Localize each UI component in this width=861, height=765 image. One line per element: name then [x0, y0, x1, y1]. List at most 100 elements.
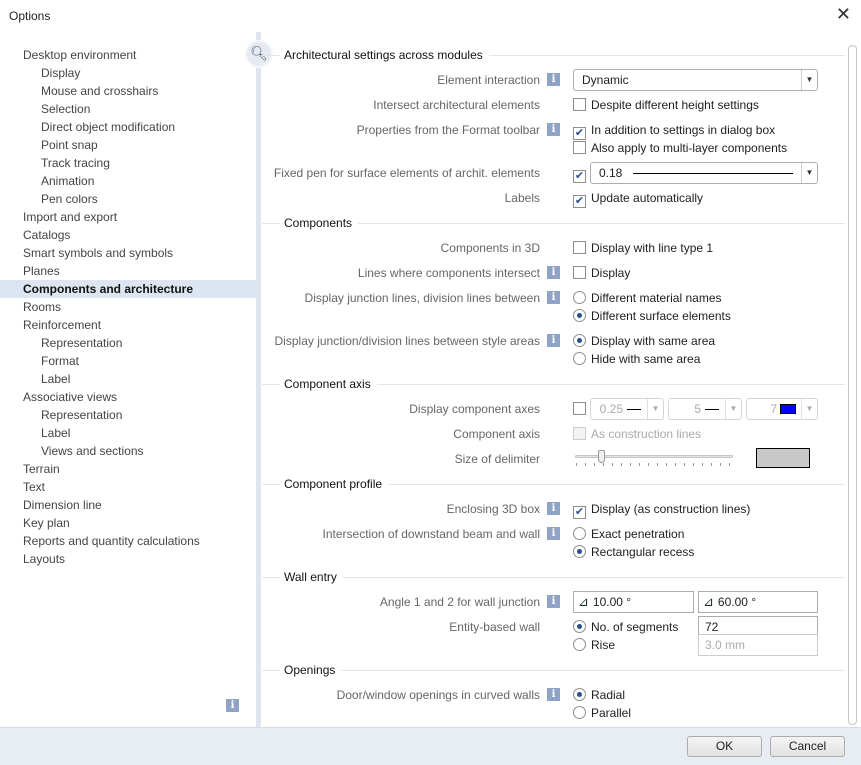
info-icon[interactable]: i	[547, 334, 560, 347]
radio-option[interactable]: Rectangular recess	[573, 543, 694, 561]
cancel-button[interactable]: Cancel	[770, 736, 845, 757]
delimiter-preview	[756, 448, 810, 468]
info-icon[interactable]: i	[547, 291, 560, 304]
radio-button[interactable]	[573, 688, 586, 701]
nav-item[interactable]: Mouse and crosshairs	[0, 82, 257, 100]
checkbox[interactable]: ✔	[573, 506, 586, 519]
nav-info-icon[interactable]: i	[226, 699, 239, 712]
checkbox[interactable]	[573, 266, 586, 279]
nav-item[interactable]: Components and architecture	[0, 280, 257, 298]
ok-button[interactable]: OK	[687, 736, 762, 757]
angle-input-1[interactable]: ⊿ 10.00 °	[573, 591, 694, 613]
nav-item[interactable]: Terrain	[0, 460, 257, 478]
nav-item[interactable]: Pen colors	[0, 190, 257, 208]
value-input: 3.0 mm	[698, 634, 818, 656]
nav-item[interactable]: Layouts	[0, 550, 257, 568]
checkbox[interactable]	[573, 402, 586, 415]
radio-button[interactable]	[573, 334, 586, 347]
radio-option[interactable]: Exact penetration	[573, 525, 684, 543]
slider-thumb[interactable]	[597, 450, 605, 463]
nav-item[interactable]: Format	[0, 352, 257, 370]
window-title: Options	[9, 9, 51, 23]
nav-item[interactable]: Rooms	[0, 298, 257, 316]
nav-item[interactable]: Associative views	[0, 388, 257, 406]
info-icon[interactable]: i	[547, 595, 560, 608]
radio-button[interactable]	[573, 309, 586, 322]
radio-option[interactable]: Parallel	[573, 704, 631, 722]
radio-option[interactable]: No. of segments	[573, 618, 678, 636]
slider-ticks	[576, 463, 732, 466]
nav-item[interactable]: Track tracing	[0, 154, 257, 172]
option-label: Hide with same area	[591, 352, 701, 366]
info-icon[interactable]: i	[547, 123, 560, 136]
nav-item[interactable]: Representation	[0, 334, 257, 352]
vertical-scrollbar[interactable]	[845, 45, 861, 725]
radio-option[interactable]: Different material names	[573, 289, 722, 307]
nav-item[interactable]: Smart symbols and symbols	[0, 244, 257, 262]
radio-option[interactable]: Hide with same area	[573, 350, 700, 368]
nav-item[interactable]: Selection	[0, 100, 257, 118]
checkbox-option[interactable]: ✔ Display (as construction lines)	[573, 500, 750, 519]
radio-button[interactable]	[573, 706, 586, 719]
close-icon[interactable]: ✕	[836, 4, 851, 25]
scrollbar-thumb[interactable]	[848, 45, 857, 725]
nav-item[interactable]: Reports and quantity calculations	[0, 532, 257, 550]
radio-option[interactable]: Different surface elements	[573, 307, 731, 325]
info-icon[interactable]: i	[547, 73, 560, 86]
search-icon[interactable]: 🔍︎	[245, 40, 273, 68]
radio-button[interactable]	[573, 545, 586, 558]
checkbox[interactable]	[573, 98, 586, 111]
radio-button[interactable]	[573, 291, 586, 304]
element-interaction-select[interactable]: Dynamic ▼	[573, 69, 818, 91]
info-icon[interactable]: i	[547, 266, 560, 279]
nav-item[interactable]: Label	[0, 370, 257, 388]
info-icon[interactable]: i	[547, 688, 560, 701]
nav-item[interactable]: Dimension line	[0, 496, 257, 514]
checkbox-option[interactable]: Also apply to multi-layer components	[573, 139, 787, 157]
radio-option[interactable]: Display with same area	[573, 332, 715, 350]
nav-item[interactable]: Import and export	[0, 208, 257, 226]
nav-item[interactable]: Direct object modification	[0, 118, 257, 136]
nav-item[interactable]: Point snap	[0, 136, 257, 154]
nav-item[interactable]: Label	[0, 424, 257, 442]
chevron-down-icon[interactable]: ▼	[801, 70, 817, 90]
nav-item[interactable]: Views and sections	[0, 442, 257, 460]
nav-item[interactable]: Planes	[0, 262, 257, 280]
checkbox-option[interactable]: ✔ Update automatically	[573, 189, 703, 208]
delimiter-slider[interactable]	[573, 450, 735, 468]
checkbox-option[interactable]: Despite different height settings	[573, 96, 759, 114]
checkbox[interactable]	[573, 141, 586, 154]
checkbox-option[interactable]: Display with line type 1	[573, 239, 713, 257]
nav-item[interactable]: Key plan	[0, 514, 257, 532]
panel-divider	[256, 32, 261, 727]
pen-enable[interactable]: ✔	[573, 164, 591, 183]
axes-enable[interactable]	[573, 400, 591, 418]
nav-item[interactable]: Text	[0, 478, 257, 496]
info-icon[interactable]: i	[547, 502, 560, 515]
nav-item[interactable]: Desktop environment	[0, 46, 257, 64]
angle-input-2[interactable]: ⊿ 60.00 °	[698, 591, 818, 613]
nav-item[interactable]: Catalogs	[0, 226, 257, 244]
chevron-down-icon[interactable]: ▼	[801, 163, 817, 183]
nav-item[interactable]: Reinforcement	[0, 316, 257, 334]
checkbox[interactable]: ✔	[573, 170, 586, 183]
radio-button[interactable]	[573, 352, 586, 365]
info-icon[interactable]: i	[547, 527, 560, 540]
radio-button[interactable]	[573, 638, 586, 651]
checkbox[interactable]	[573, 241, 586, 254]
radio-button[interactable]	[573, 527, 586, 540]
checkbox-option[interactable]: ✔ In addition to settings in dialog box	[573, 121, 776, 140]
section-title: Component profile	[284, 477, 383, 491]
nav-item[interactable]: Animation	[0, 172, 257, 190]
checkbox[interactable]: ✔	[573, 195, 586, 208]
option-label: Parallel	[591, 706, 632, 720]
radio-option[interactable]: Rise	[573, 636, 615, 654]
setting-label: Angle 1 and 2 for wall junction	[379, 595, 540, 609]
radio-button[interactable]	[573, 620, 586, 633]
checkbox-option[interactable]: Display	[573, 264, 630, 282]
option-label: In addition to settings in dialog box	[591, 123, 776, 137]
pen-select[interactable]: 0.18 ▼	[590, 162, 818, 184]
radio-option[interactable]: Radial	[573, 686, 625, 704]
nav-item[interactable]: Representation	[0, 406, 257, 424]
nav-item[interactable]: Display	[0, 64, 257, 82]
